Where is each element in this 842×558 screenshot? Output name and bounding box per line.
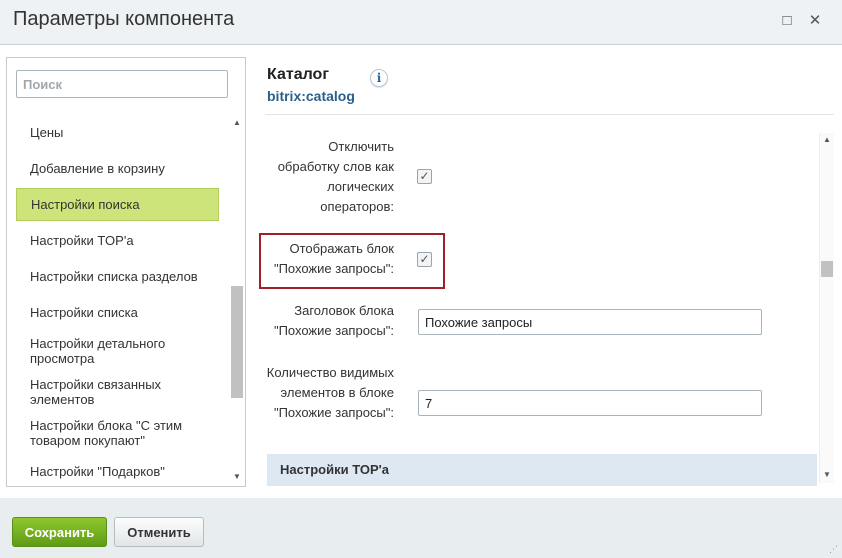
settings-scrollbar[interactable]: ▲ ▼ [819,133,834,483]
dialog-content: Цены Добавление в корзину Настройки поис… [0,45,842,498]
scroll-down-icon[interactable]: ▼ [231,472,243,481]
similar-title-input[interactable] [418,309,762,335]
disable-logic-label: Отключить обработку слов как логических … [277,139,394,214]
similar-title-label: Заголовок блока "Похожие запросы": [273,303,394,338]
search-input[interactable] [16,70,228,98]
similar-count-label: Количество видимых элементов в блоке "По… [266,365,394,420]
checkmark-icon: ✓ [419,252,430,266]
sidebar-item-detail-settings[interactable]: Настройки детального просмотра [16,336,191,366]
sidebar-scrollbar[interactable]: ▲ ▼ [231,116,243,484]
sidebar-item-add-to-cart[interactable]: Добавление в корзину [16,161,219,176]
dialog-titlebar: Параметры компонента □ ✕ [0,0,842,45]
save-button[interactable]: Сохранить [12,517,107,547]
component-code: bitrix:catalog [267,88,355,104]
show-similar-checkbox[interactable]: ✓ [417,252,432,267]
component-title: Каталог [267,66,329,83]
sidebar-item-search-settings[interactable]: Настройки поиска [16,188,219,221]
sidebar-item-related-settings[interactable]: Настройки связанных элементов [16,377,191,407]
cancel-button[interactable]: Отменить [114,517,204,547]
show-similar-label: Отображать блок "Похожие запросы": [273,241,394,276]
scroll-up-icon[interactable]: ▲ [231,118,243,127]
sidebar-scrollbar-thumb[interactable] [231,286,243,398]
settings-sidebar: Цены Добавление в корзину Настройки поис… [6,57,246,487]
sidebar-item-top-settings[interactable]: Настройки TOP'а [16,233,219,248]
settings-scrollbar-thumb[interactable] [821,261,833,277]
similar-count-input[interactable] [418,390,762,416]
sidebar-item-list-settings[interactable]: Настройки списка [16,305,219,320]
sidebar-item-prices[interactable]: Цены [16,125,219,140]
sidebar-item-also-bought-settings[interactable]: Настройки блока "С этим товаром покупают… [16,418,201,448]
sidebar-item-section-list-settings[interactable]: Настройки списка разделов [16,269,219,284]
dialog-title: Параметры компонента [13,8,235,30]
info-icon[interactable]: i [370,69,388,87]
section-header-top[interactable]: Настройки TOP'а [267,454,817,486]
scroll-up-icon[interactable]: ▲ [821,135,833,144]
maximize-icon[interactable]: □ [778,12,796,30]
resize-grip-icon[interactable]: ⋰ [829,544,838,555]
checkmark-icon: ✓ [419,169,430,183]
scroll-down-icon[interactable]: ▼ [821,470,833,479]
header-divider [265,114,834,115]
close-icon[interactable]: ✕ [806,12,824,30]
disable-logic-checkbox[interactable]: ✓ [417,169,432,184]
dialog-footer: Сохранить Отменить ⋰ [0,498,842,558]
sidebar-item-gifts-settings[interactable]: Настройки "Подарков" [16,464,219,479]
